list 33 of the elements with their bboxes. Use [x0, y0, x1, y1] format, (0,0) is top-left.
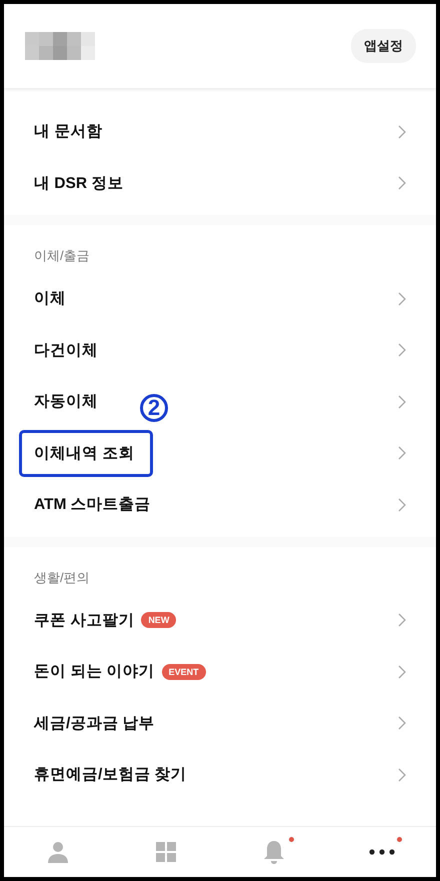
badge: NEW	[141, 612, 176, 628]
chevron-icon	[398, 446, 406, 460]
more-icon[interactable]	[369, 849, 395, 855]
chevron-icon	[398, 292, 406, 306]
menu-item[interactable]: ATM 스마트출금	[34, 494, 151, 516]
circled-number: 2	[140, 394, 168, 422]
badge: EVENT	[162, 664, 206, 680]
menu-item[interactable]: 돈이 되는 이야기	[34, 661, 155, 682]
menu-item[interactable]: 이체	[34, 288, 66, 310]
chevron-icon	[398, 664, 406, 679]
chevron-icon	[398, 124, 406, 139]
menu-item[interactable]: 휴면예금/보험금 찾기	[34, 764, 187, 786]
menu-item[interactable]: 이체내역 조회	[22, 432, 150, 474]
chevron-icon	[398, 498, 406, 512]
section-heading: 생활/편의	[33, 568, 91, 586]
blurred-logo	[25, 32, 95, 60]
bell-icon[interactable]	[264, 840, 284, 864]
chevron-icon	[398, 613, 406, 628]
chevron-icon	[398, 716, 406, 730]
menu-item[interactable]: 내 문서함	[34, 121, 102, 142]
chevron-icon	[398, 343, 406, 358]
menu-item[interactable]: 세금/공과금 납부	[34, 712, 155, 734]
person-icon[interactable]	[48, 841, 68, 863]
menu-item[interactable]: 쿠폰 사고팔기	[34, 610, 134, 631]
chevron-icon	[398, 394, 406, 409]
menu-item[interactable]: 내 DSR 정보	[34, 172, 124, 194]
chevron-icon	[398, 768, 406, 782]
menu-item[interactable]: 다건이체	[34, 340, 98, 361]
menu-item[interactable]: 자동이체	[34, 391, 98, 412]
settings-button[interactable]: 앱설정	[351, 29, 416, 63]
grid-icon[interactable]	[156, 842, 176, 862]
section-heading: 이체/출금	[33, 247, 91, 265]
chevron-icon	[398, 176, 406, 190]
